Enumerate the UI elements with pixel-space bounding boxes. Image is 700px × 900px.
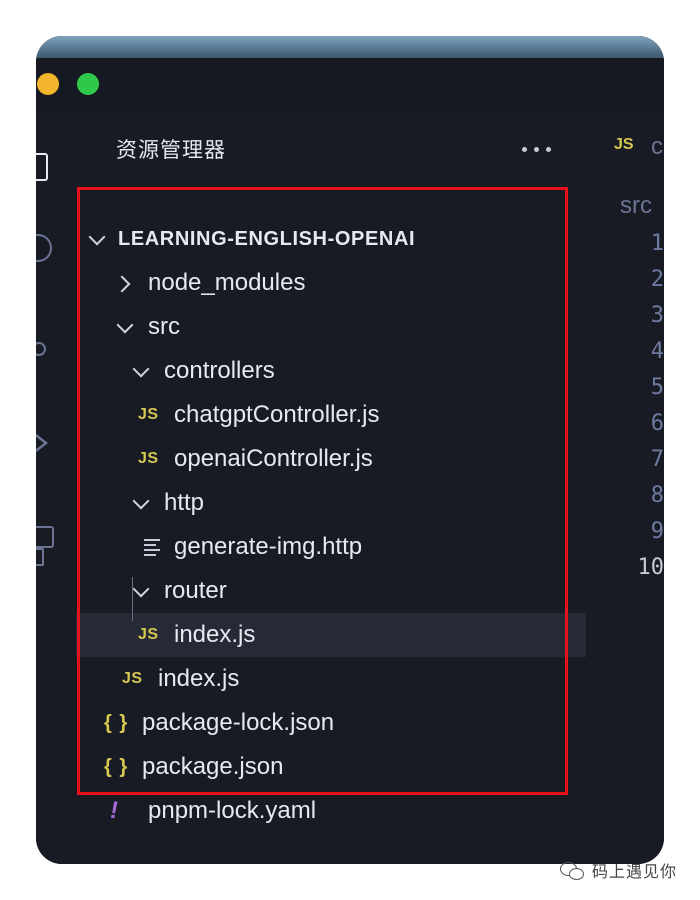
extensions-icon[interactable]: [36, 520, 68, 566]
tree-root[interactable]: LEARNING-ENGLISH-OPENAI: [76, 217, 586, 261]
search-icon[interactable]: [36, 228, 68, 268]
line-number: 3: [650, 303, 664, 328]
explorer-title: 资源管理器: [116, 139, 226, 162]
editor-tab-label[interactable]: c: [651, 133, 663, 161]
chevron-right-icon[interactable]: [114, 271, 138, 295]
tree-item-label: chatgptController.js: [174, 401, 380, 428]
tree-item-label: pnpm-lock.yaml: [148, 797, 317, 824]
watermark-text: 码上遇见你: [592, 864, 678, 881]
tree-item-label: router: [164, 577, 227, 604]
page-margin-right: [664, 36, 700, 864]
tree-item-label: src: [148, 313, 180, 340]
tree-item-router-index[interactable]: JS index.js: [76, 613, 586, 657]
more-actions-icon[interactable]: [522, 146, 554, 154]
tree-item-label: controllers: [164, 357, 275, 384]
chevron-down-icon[interactable]: [114, 315, 138, 339]
js-file-icon: JS: [138, 626, 159, 643]
line-number: 10: [637, 555, 665, 580]
run-debug-icon[interactable]: [36, 424, 68, 464]
json-file-icon: { }: [104, 756, 129, 778]
indent-guide: [132, 577, 133, 621]
minimize-button[interactable]: [37, 73, 59, 95]
tree-item-src-index[interactable]: JS index.js: [76, 657, 586, 701]
title-bar: [36, 36, 664, 110]
tree-item-package-lock[interactable]: { } package-lock.json: [76, 701, 586, 745]
tree-item-controllers[interactable]: controllers: [76, 349, 586, 393]
explorer-sidebar: 资源管理器 LEARNING-ENGLISH-OPENAI node_modul…: [76, 110, 586, 864]
tree-item-http[interactable]: http: [76, 481, 586, 525]
activity-bar: [36, 110, 68, 864]
source-control-icon[interactable]: [36, 332, 68, 372]
explorer-header: 资源管理器: [76, 110, 586, 186]
tree-item-generate-img[interactable]: generate-img.http: [76, 525, 586, 569]
line-number: 9: [650, 519, 664, 544]
explorer-icon[interactable]: [36, 147, 68, 187]
js-file-icon: JS: [122, 670, 143, 687]
tree-item-label: openaiController.js: [174, 445, 373, 472]
chevron-down-icon[interactable]: [86, 227, 110, 251]
js-file-icon: JS: [614, 136, 634, 153]
line-number: 8: [650, 483, 664, 508]
breadcrumb[interactable]: src: [620, 192, 652, 220]
tree-item-pnpm-lock[interactable]: ! pnpm-lock.yaml: [76, 789, 586, 833]
line-number: 5: [650, 375, 664, 400]
line-number: 7: [650, 447, 664, 472]
json-file-icon: { }: [104, 712, 129, 734]
js-file-icon: JS: [138, 406, 159, 423]
chevron-down-icon[interactable]: [130, 579, 154, 603]
tree-item-src[interactable]: src: [76, 305, 586, 349]
chevron-down-icon[interactable]: [130, 491, 154, 515]
tree-item-node-modules[interactable]: node_modules: [76, 261, 586, 305]
title-bar-top-edge: [36, 36, 664, 58]
line-number: 4: [650, 339, 664, 364]
tree-item-label: index.js: [174, 621, 256, 648]
chevron-down-icon[interactable]: [130, 359, 154, 383]
tree-item-label: node_modules: [148, 269, 306, 296]
watermark: 码上遇见你: [560, 858, 677, 882]
tree-item-label: package.json: [142, 753, 284, 780]
line-number: 1: [650, 231, 664, 256]
yaml-file-icon: !: [110, 797, 118, 824]
tree-item-package-json[interactable]: { } package.json: [76, 745, 586, 789]
workspace-name: LEARNING-ENGLISH-OPENAI: [118, 227, 416, 250]
line-number: 2: [650, 267, 664, 292]
maximize-button[interactable]: [77, 73, 99, 95]
tree-item-openai-controller[interactable]: JS openaiController.js: [76, 437, 586, 481]
vscode-window: 资源管理器 LEARNING-ENGLISH-OPENAI node_modul…: [36, 36, 664, 864]
wechat-icon: [560, 860, 584, 880]
tree-item-label: package-lock.json: [142, 709, 335, 736]
tree-item-label: http: [164, 489, 205, 516]
tree-item-label: generate-img.http: [174, 533, 363, 560]
tree-item-chatgpt-controller[interactable]: JS chatgptController.js: [76, 393, 586, 437]
tree-item-label: index.js: [158, 665, 240, 692]
js-file-icon: JS: [138, 450, 159, 467]
text-lines-icon: [142, 535, 168, 559]
tree-item-router[interactable]: router: [76, 569, 586, 613]
line-number: 6: [650, 411, 664, 436]
